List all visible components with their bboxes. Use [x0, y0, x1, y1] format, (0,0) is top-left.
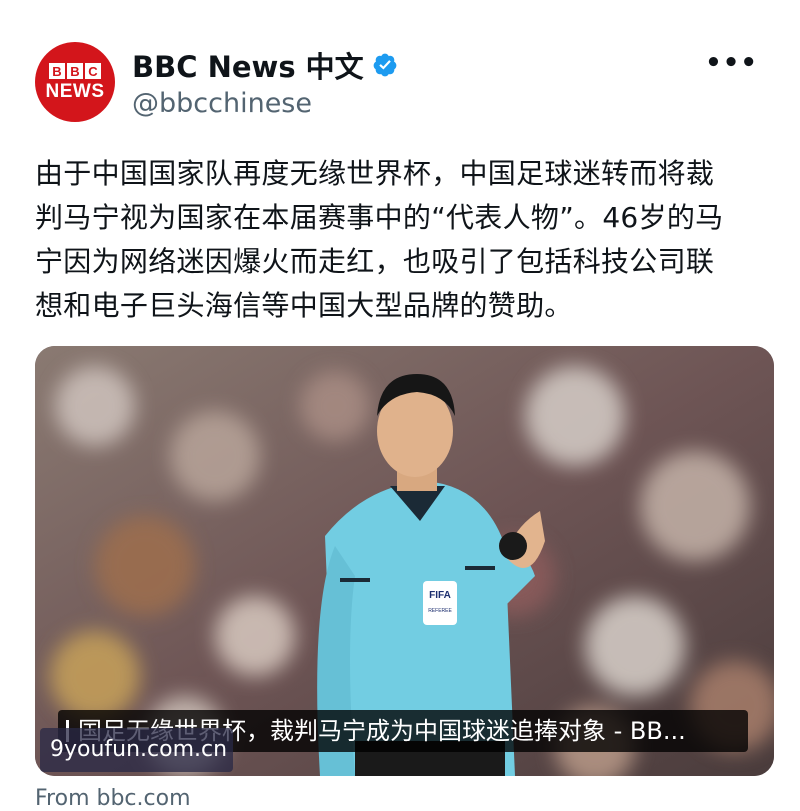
- handle[interactable]: @bbcchinese: [132, 88, 312, 119]
- tweet-text-line: 宁因为网络迷因爆火而走红，也吸引了包括科技公司联: [35, 245, 715, 278]
- tweet-text-line: 想和电子巨头海信等中国大型品牌的赞助。: [35, 289, 573, 322]
- tweet-text: 由于中国国家队再度无缘世界杯，中国足球迷转而将裁 判马宁视为国家在本届赛事中的“…: [35, 152, 775, 328]
- fifa-badge-text: FIFA: [429, 590, 451, 601]
- bbc-letter: B: [49, 63, 65, 79]
- bbc-letter: B: [67, 63, 83, 79]
- avatar[interactable]: B B C NEWS: [35, 42, 115, 122]
- tweet-text-line: 判马宁视为国家在本届赛事中的“代表人物”。46岁的马: [35, 201, 724, 234]
- bbc-letter: C: [85, 63, 101, 79]
- avatar-news-text: NEWS: [45, 81, 105, 102]
- link-source[interactable]: From bbc.com: [35, 786, 191, 811]
- watermark: 9youfun.com.cn: [40, 728, 233, 772]
- bbc-logo: B B C: [49, 63, 101, 79]
- name-row: BBC News 中文: [132, 44, 398, 86]
- tweet-text-line: 由于中国国家队再度无缘世界杯，中国足球迷转而将裁: [35, 157, 715, 190]
- referee-badge-text: REFEREE: [428, 608, 452, 614]
- verified-badge-icon: [373, 53, 397, 77]
- more-options-icon[interactable]: •••: [705, 50, 758, 76]
- display-name[interactable]: BBC News 中文: [132, 44, 364, 86]
